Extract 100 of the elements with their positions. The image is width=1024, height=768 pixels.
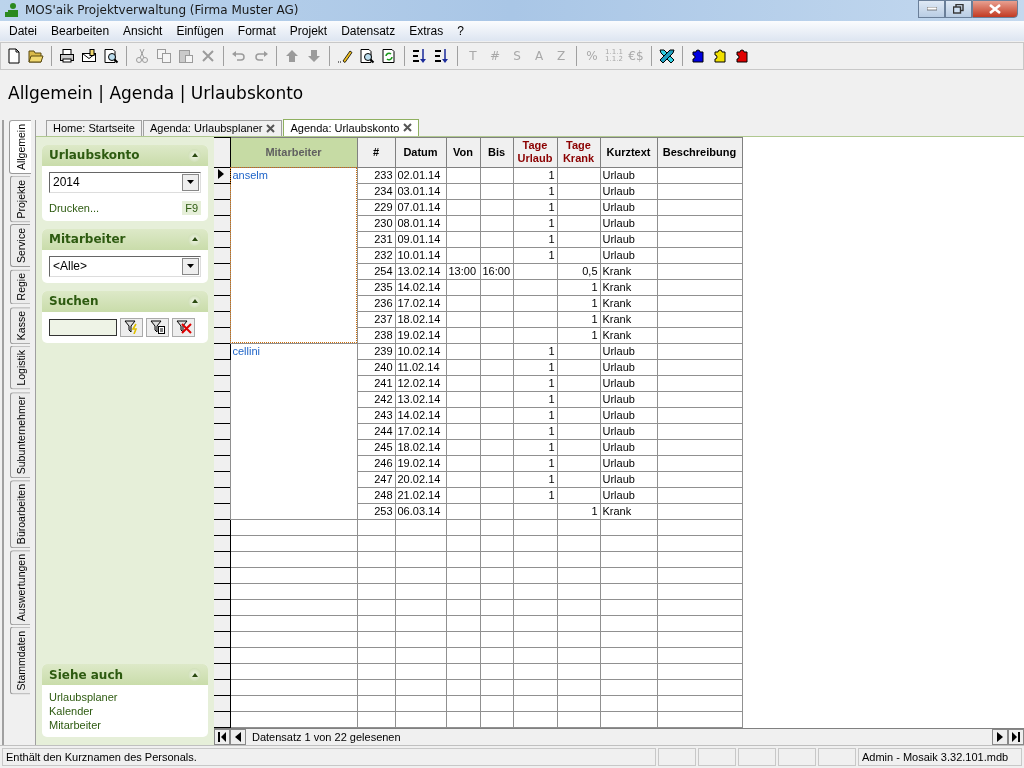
column-header[interactable]: Tage Urlaub xyxy=(513,137,557,168)
document-tab[interactable]: Agenda: Urlaubskonto xyxy=(283,118,420,136)
filter-button[interactable] xyxy=(120,317,143,337)
menu-item[interactable]: Bearbeiten xyxy=(44,23,117,38)
sort-descending-icon xyxy=(434,47,450,64)
table-cell: Urlaub xyxy=(600,231,657,248)
table-cell: 06.03.14 xyxy=(395,503,446,520)
table-cell: Urlaub xyxy=(600,359,657,376)
table-cell: 1 xyxy=(513,487,557,504)
side-tab[interactable]: Service xyxy=(10,224,30,268)
side-tab[interactable]: Stammdaten xyxy=(10,627,30,695)
document-tab[interactable]: Agenda: Urlaubsplaner xyxy=(142,119,283,136)
menu-item[interactable]: Extras xyxy=(402,23,451,38)
column-header[interactable]: Bis xyxy=(480,137,513,168)
collapse-button[interactable] xyxy=(188,232,201,246)
table-cell: 1 xyxy=(513,407,557,424)
document-tab[interactable]: Home: Startseite xyxy=(46,119,142,136)
menu-item[interactable]: Format xyxy=(230,23,283,38)
folder-icon xyxy=(28,47,44,64)
side-tab[interactable]: Kasse xyxy=(10,306,30,344)
table-cell: Krank xyxy=(600,263,657,280)
side-tab[interactable]: Projekte xyxy=(10,175,30,223)
clear-filter-button[interactable] xyxy=(172,317,195,337)
column-label: Datum xyxy=(403,145,438,159)
table-cell: 247 xyxy=(357,471,395,488)
column-header[interactable]: Beschreibung xyxy=(657,137,742,168)
side-tab[interactable]: Subunternehmer xyxy=(10,391,30,478)
column-header[interactable]: Kurztext xyxy=(600,137,657,168)
minimize-icon xyxy=(926,7,937,11)
record-counter: Datensatz 1 von 22 gelesenen xyxy=(251,731,402,744)
employee-dropdown[interactable]: <Alle> xyxy=(49,255,201,277)
filter-remove-icon xyxy=(175,320,192,335)
table-cell: 1 xyxy=(557,311,600,328)
table-cell: 17.02.14 xyxy=(395,423,446,440)
status-panel xyxy=(658,748,696,767)
menu-item[interactable]: Einfügen xyxy=(169,23,231,38)
envelope-icon xyxy=(81,47,97,64)
table-cell: 18.02.14 xyxy=(395,439,446,456)
related-link[interactable]: Mitarbeiter xyxy=(49,719,201,732)
table-cell: 235 xyxy=(357,279,395,296)
status-panel xyxy=(818,748,856,767)
window-title: MOS'aik Projektverwaltung (Firma Muster AG) xyxy=(25,3,299,18)
side-tab[interactable]: Regie xyxy=(10,269,30,305)
print-link[interactable]: Drucken... xyxy=(49,201,100,214)
table-cell: 239 xyxy=(357,343,395,360)
table-cell: 1 xyxy=(513,215,557,232)
collapse-button[interactable] xyxy=(188,148,201,162)
column-header[interactable]: Von xyxy=(446,137,480,168)
table-cell: 12.02.14 xyxy=(395,375,446,392)
column-header[interactable]: Tage Krank xyxy=(557,137,600,168)
menu-item[interactable]: Datei xyxy=(2,23,44,38)
related-link[interactable]: Kalender xyxy=(49,705,201,718)
close-button[interactable] xyxy=(972,0,1018,18)
table-cell: 243 xyxy=(357,407,395,424)
table-cell: 03.01.14 xyxy=(395,183,446,200)
tab-label: Agenda: Urlaubskonto xyxy=(290,121,400,134)
column-header[interactable]: Mitarbeiter xyxy=(230,137,357,168)
close-icon[interactable] xyxy=(403,123,413,133)
table-cell: 238 xyxy=(357,327,395,344)
next-record-button[interactable] xyxy=(992,729,1008,746)
related-link[interactable]: Urlaubsplaner xyxy=(49,691,201,704)
table-cell: 1 xyxy=(513,167,557,184)
collapse-button[interactable] xyxy=(188,294,201,308)
status-panel xyxy=(698,748,736,767)
dropdown-button[interactable] xyxy=(182,257,199,275)
search-icon xyxy=(359,47,375,64)
side-tab[interactable]: Allgemein xyxy=(9,119,31,174)
search-field[interactable] xyxy=(49,318,117,336)
page-title: Allgemein | Agenda | Urlaubskonto xyxy=(8,83,304,104)
restore-button[interactable] xyxy=(945,0,972,18)
column-header[interactable]: Datum xyxy=(395,137,446,168)
table-cell: 1 xyxy=(513,375,557,392)
previous-record-button[interactable] xyxy=(230,729,246,746)
dropdown-button[interactable] xyxy=(182,173,199,191)
arrow-down-icon xyxy=(306,47,322,64)
first-record-button[interactable] xyxy=(214,729,230,746)
table-cell: 234 xyxy=(357,183,395,200)
side-tab[interactable]: Büroarbeiten xyxy=(10,479,30,548)
side-tab[interactable]: Logistik xyxy=(10,346,30,390)
close-icon xyxy=(989,4,1001,14)
section-title: Siehe auch xyxy=(49,667,124,682)
puzzle-icon xyxy=(690,47,706,64)
collapse-button[interactable] xyxy=(188,668,201,682)
last-record-button[interactable] xyxy=(1008,729,1024,746)
table-cell: 233 xyxy=(357,167,395,184)
close-icon[interactable] xyxy=(266,123,276,133)
menu-item[interactable]: Ansicht xyxy=(116,23,170,38)
menu-item[interactable]: Projekt xyxy=(282,23,335,38)
section-title: Urlaubskonto xyxy=(49,148,140,163)
copy-icon xyxy=(156,47,172,64)
table-cell: 253 xyxy=(357,503,395,520)
side-tab[interactable]: Auswertungen xyxy=(10,549,30,626)
column-header[interactable]: # xyxy=(357,137,395,168)
year-dropdown[interactable]: 2014 xyxy=(49,171,201,193)
menu-item[interactable]: Datensatz xyxy=(334,23,403,38)
table-cell[interactable]: anselm xyxy=(230,167,357,344)
column-label: # xyxy=(372,145,380,159)
menu-item[interactable]: ? xyxy=(450,23,471,38)
filter-button[interactable] xyxy=(146,317,169,337)
table-cell: Urlaub xyxy=(600,183,657,200)
